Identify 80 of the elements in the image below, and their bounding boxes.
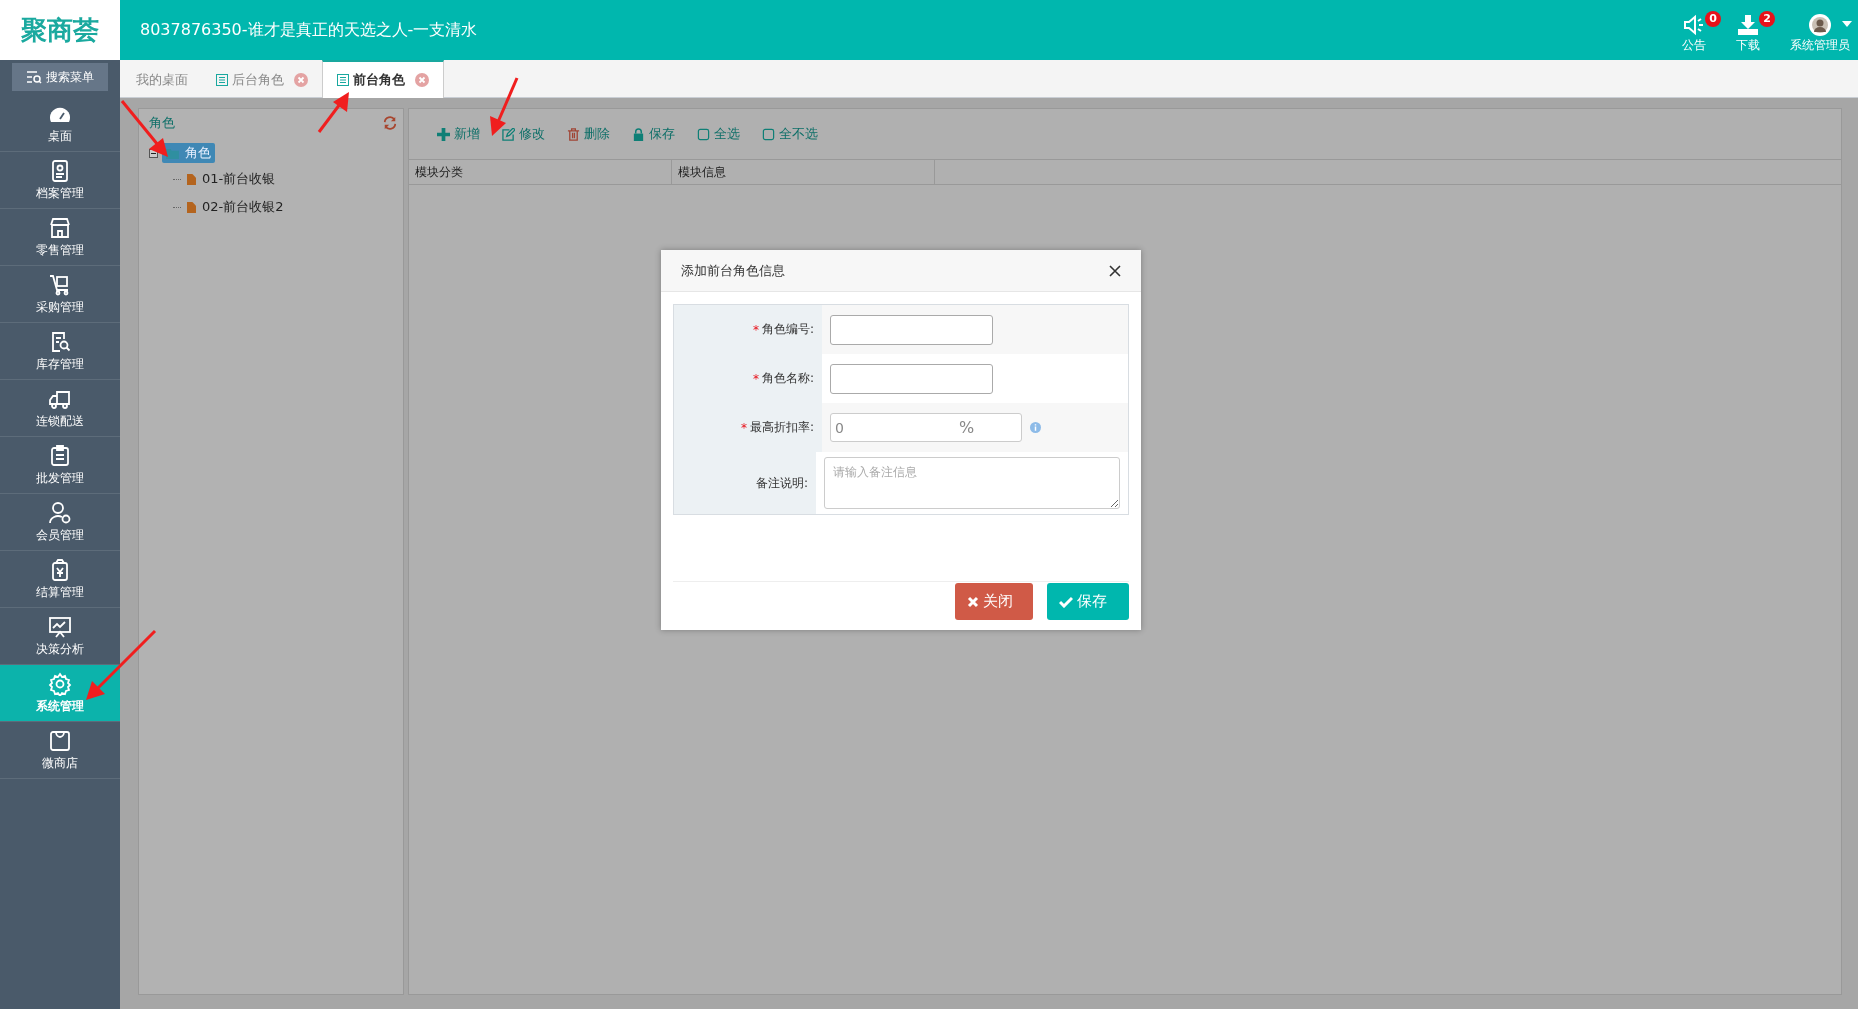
header-action[interactable]: 下载	[1736, 6, 1760, 54]
sidebar-label: 批发管理	[36, 469, 84, 487]
annotation-arrow	[490, 77, 519, 136]
count-badge: 2	[1759, 10, 1775, 27]
trash-icon	[567, 127, 580, 141]
user-icon	[48, 500, 72, 525]
save-button[interactable]: 保存	[1047, 583, 1129, 620]
download-icon	[1736, 12, 1760, 37]
required-mark: *	[752, 322, 759, 337]
field-label: 角色名称:	[761, 370, 814, 387]
sidebar-label: 会员管理	[36, 526, 84, 544]
gear-icon	[48, 671, 72, 696]
tab[interactable]: 前台角色	[322, 60, 444, 98]
column-header[interactable]: 模块分类	[409, 160, 672, 184]
toolbar-button[interactable]: 全不选	[754, 121, 826, 147]
board-icon	[48, 443, 72, 468]
toolbar-button[interactable]: 删除	[559, 121, 618, 147]
sidebar-label: 库存管理	[36, 355, 84, 373]
sidebar-label: 结算管理	[36, 583, 84, 601]
search-menu-button[interactable]: 搜索菜单	[12, 63, 108, 91]
sidebar-label: 系统管理	[36, 697, 84, 715]
logo: 聚商荟	[0, 0, 120, 60]
field-label: 角色编号:	[761, 321, 814, 338]
toolbar-button[interactable]: 新增	[429, 121, 488, 147]
tree-node[interactable]: 角色	[162, 143, 215, 163]
checkbox-icon	[762, 127, 775, 141]
required-mark: *	[740, 420, 747, 435]
bag-icon	[48, 728, 72, 753]
chart-icon	[48, 614, 72, 639]
file-icon	[187, 173, 196, 185]
input-field[interactable]	[830, 363, 993, 394]
list-icon	[216, 74, 228, 86]
tab[interactable]: 我的桌面	[122, 63, 202, 97]
tree-node[interactable]: 02-前台收银2	[183, 197, 288, 217]
checkbox-icon	[697, 127, 710, 141]
checkmark-icon	[1059, 595, 1073, 608]
sidebar-label: 微商店	[42, 754, 78, 772]
lock-icon	[632, 127, 645, 141]
toolbar-button[interactable]: 修改	[494, 121, 553, 147]
input-field[interactable]: 0 %	[830, 413, 1022, 442]
column-header[interactable]: 模块信息	[672, 160, 935, 184]
header-action[interactable]: 公告	[1682, 6, 1706, 54]
refresh-icon[interactable]	[383, 116, 397, 130]
menu-search-icon	[26, 70, 42, 84]
info-icon[interactable]	[1030, 422, 1041, 433]
sidebar-label: 连锁配送	[36, 412, 84, 430]
toolbar-button[interactable]: 全选	[689, 121, 748, 147]
shop-icon	[48, 215, 72, 240]
field-label: 备注说明:	[755, 474, 808, 492]
field-label: 最高折扣率:	[749, 419, 814, 436]
close-icon[interactable]	[1109, 264, 1121, 277]
sidebar-label: 零售管理	[36, 241, 84, 259]
dialog-title: 添加前台角色信息	[681, 261, 785, 280]
edit-icon	[502, 127, 515, 141]
panel-title: 角色	[149, 114, 175, 132]
list-icon	[337, 74, 349, 86]
count-badge: 0	[1705, 10, 1721, 27]
tab[interactable]: 后台角色	[202, 63, 322, 97]
sidebar-label: 决策分析	[36, 640, 84, 658]
sidebar-label: 桌面	[48, 127, 72, 145]
input-field[interactable]	[830, 314, 993, 345]
speaker-icon	[1682, 12, 1706, 37]
toolbar-button[interactable]: 保存	[624, 121, 683, 147]
annotation-arrow	[317, 92, 349, 133]
sidebar-label: 档案管理	[36, 184, 84, 202]
header-action[interactable]: 系统管理员	[1790, 6, 1850, 54]
close-icon	[967, 595, 979, 608]
app-title: 8037876350-谁才是真正的天选之人-一支清水	[139, 19, 479, 41]
required-mark: *	[752, 371, 759, 386]
notes-field[interactable]: 请输入备注信息	[824, 457, 1120, 509]
folder-icon	[166, 147, 179, 159]
sidebar-item[interactable]: 系统管理	[0, 665, 120, 722]
sidebar-label: 采购管理	[36, 298, 84, 316]
file-icon	[187, 201, 196, 213]
annotation-arrow	[86, 629, 157, 700]
avatar-icon	[1808, 12, 1832, 37]
caret-icon	[1842, 20, 1852, 27]
plus-icon	[437, 127, 450, 141]
close-button[interactable]: 关闭	[955, 583, 1033, 620]
tree-node[interactable]: 01-前台收银	[183, 169, 280, 189]
